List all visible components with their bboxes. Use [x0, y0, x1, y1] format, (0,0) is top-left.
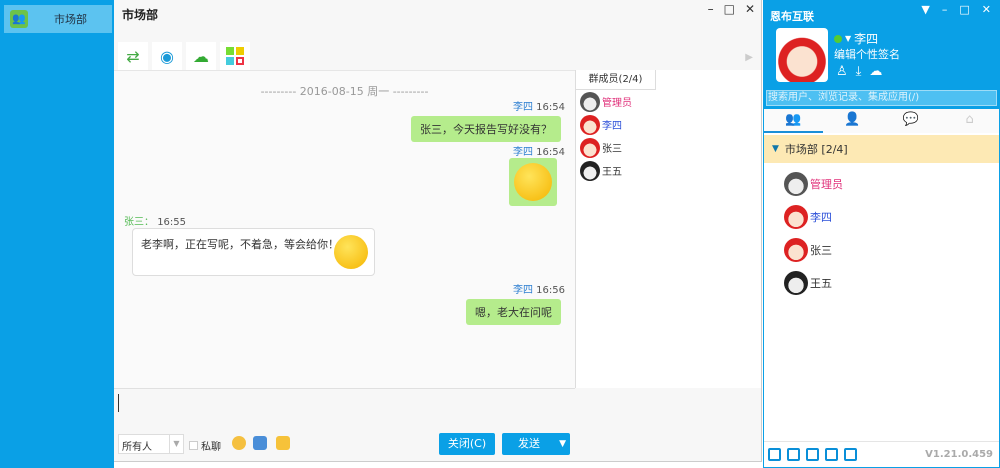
- note-icon[interactable]: [276, 436, 290, 450]
- message-meta: 张三： 16:55: [124, 217, 187, 228]
- send-button[interactable]: 发送 ▼: [502, 433, 570, 455]
- webcam-icon: ◉: [160, 46, 174, 66]
- main-panel: 恩布互联 ▼ – □ ✕ ▼ 李四 编辑个性签名 ♙ ⤓ ☁ 搜索用户、浏览记录、集成应用(…: [763, 0, 1000, 468]
- contact-item[interactable]: 李四: [784, 200, 843, 233]
- maximize-button[interactable]: □: [959, 3, 969, 16]
- grid-icon[interactable]: [806, 448, 819, 461]
- send-options-chevron-icon: ▼: [559, 439, 566, 449]
- contact-item[interactable]: 张三: [784, 233, 843, 266]
- member-item[interactable]: 张三: [576, 136, 761, 159]
- avatar: [580, 160, 600, 181]
- screenshot-icon[interactable]: [253, 436, 267, 450]
- recipient-select[interactable]: 所有人 ▼: [118, 434, 184, 454]
- sidebar-item-label: 市场部: [54, 13, 87, 26]
- apps-button[interactable]: [220, 42, 250, 70]
- message-bubble: 嗯，老大在问呢: [466, 299, 561, 325]
- upload-cloud-button[interactable]: ☁: [186, 42, 216, 70]
- message-area: --------- 2016-08-15 周一 --------- 李四 16:…: [114, 70, 575, 388]
- file-transfer-button[interactable]: ⇄: [118, 42, 148, 70]
- message-input[interactable]: [114, 388, 575, 430]
- user-avatar[interactable]: [776, 28, 828, 82]
- tab-person-icon[interactable]: 👤: [823, 109, 882, 133]
- search-input[interactable]: 搜索用户、浏览记录、集成应用(/): [766, 90, 997, 106]
- tab-home-icon[interactable]: ⌂: [940, 109, 999, 133]
- download-icon[interactable]: ⤓: [856, 64, 862, 79]
- home-icon[interactable]: [768, 448, 781, 461]
- edit-icon[interactable]: [825, 448, 838, 461]
- chat-title: 市场部: [122, 8, 159, 22]
- maximize-button[interactable]: □: [724, 2, 735, 16]
- avatar: [784, 204, 808, 229]
- online-status-icon[interactable]: [834, 34, 842, 43]
- message-bubble: 张三，今天报告写好没有？: [411, 116, 561, 142]
- emoji-icon[interactable]: [232, 436, 246, 450]
- app-title: 恩布互联: [770, 10, 814, 23]
- message-bubble: 老李啊，正在写呢，不着急，等会给你！: [132, 228, 375, 276]
- group-header[interactable]: ▼ 市场部 [2/4]: [764, 135, 999, 163]
- department-sidebar: 👥 市场部: [0, 0, 114, 468]
- member-item[interactable]: 王五: [576, 159, 761, 182]
- avatar: [580, 137, 600, 158]
- minimize-button[interactable]: –: [942, 3, 948, 16]
- avatar: [784, 237, 808, 262]
- sticker-message: [509, 158, 557, 206]
- member-item[interactable]: 李四: [576, 113, 761, 136]
- grin-emoji-icon: [334, 235, 368, 269]
- cloud-icon[interactable]: ☁: [869, 64, 882, 79]
- message-meta: 李四 16:56: [512, 285, 565, 296]
- avatar: [580, 91, 600, 112]
- menu-dropdown-button[interactable]: ▼: [921, 3, 929, 16]
- group-icon: 👥: [10, 10, 28, 28]
- close-chat-button[interactable]: 关闭(C): [439, 433, 495, 455]
- expand-triangle-icon: ▼: [772, 144, 779, 154]
- close-button[interactable]: ✕: [982, 3, 991, 16]
- tab-group-members[interactable]: 群成员(2/4): [576, 70, 656, 90]
- profile-icon[interactable]: ♙: [836, 64, 848, 79]
- toolbar-scroll-right-icon[interactable]: ▶: [745, 52, 753, 63]
- signature-field[interactable]: 编辑个性签名: [834, 46, 900, 62]
- mail-icon[interactable]: [844, 448, 857, 461]
- chat-window: 市场部 – □ ✕ ⇄ ◉ ☁ ▶ --------- 2016-08-15 周…: [114, 0, 762, 462]
- avatar: [784, 270, 808, 295]
- tab-contacts-icon[interactable]: 👥: [764, 109, 823, 133]
- close-button[interactable]: ✕: [745, 2, 755, 16]
- file-transfer-icon: ⇄: [126, 46, 140, 66]
- message-meta: 李四 16:54: [512, 147, 565, 158]
- contact-item[interactable]: 王五: [784, 266, 843, 299]
- cloud-upload-icon: ☁: [193, 46, 209, 66]
- user-name: 李四: [854, 32, 879, 46]
- group-member-panel: 群成员(2/4) 管理员 李四 张三 王五: [575, 70, 761, 388]
- member-item[interactable]: 管理员: [576, 90, 761, 113]
- tab-chat-icon[interactable]: 💬: [882, 109, 941, 133]
- version-label: V1.21.0.459: [925, 449, 993, 460]
- apps-grid-icon: [226, 47, 244, 65]
- avatar: [580, 114, 600, 135]
- chick-sticker-icon: [514, 163, 552, 201]
- chevron-down-icon: ▼: [169, 435, 183, 453]
- list-icon[interactable]: [787, 448, 800, 461]
- message-meta: 李四 16:54: [512, 102, 565, 113]
- sidebar-item-market[interactable]: 👥 市场部: [4, 5, 112, 33]
- date-divider: --------- 2016-08-15 周一 ---------: [260, 85, 429, 98]
- video-button[interactable]: ◉: [152, 42, 182, 70]
- contact-item[interactable]: 管理员: [784, 167, 843, 200]
- avatar: [784, 171, 808, 196]
- private-chat-checkbox[interactable]: 私聊: [189, 438, 221, 453]
- minimize-button[interactable]: –: [708, 2, 714, 16]
